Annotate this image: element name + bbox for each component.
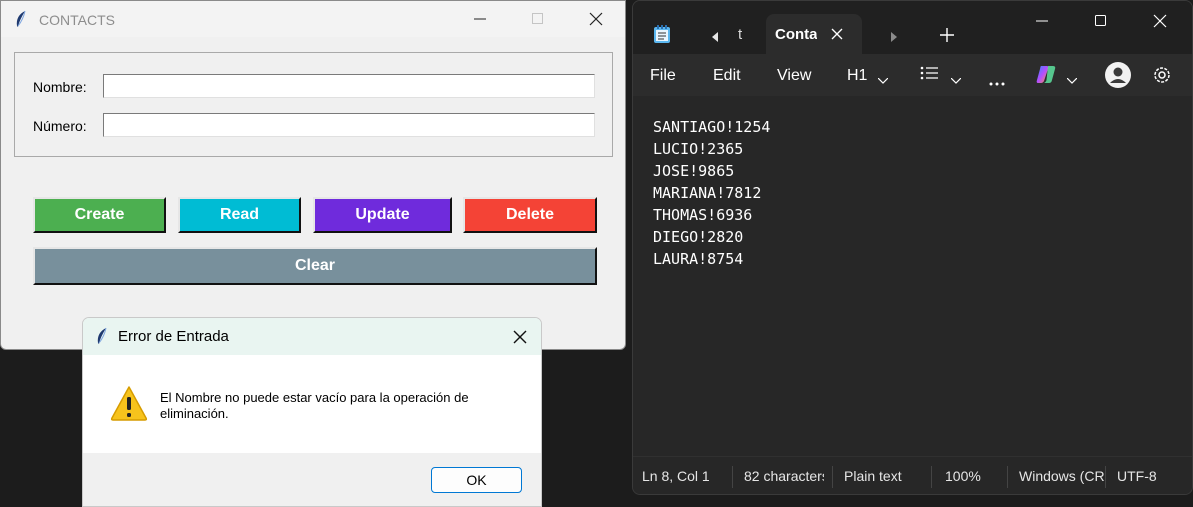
tab-t[interactable]: t [738, 26, 742, 43]
text-line: DIEGO!2820 [653, 228, 744, 246]
scroll-tabs-right-icon[interactable] [889, 29, 899, 47]
close-tab-icon[interactable] [831, 27, 843, 45]
status-format[interactable]: Plain text [844, 468, 902, 484]
text-line: MARIANA!7812 [653, 184, 762, 202]
notepad-text-area[interactable]: SANTIAGO!1254 LUCIO!2365 JOSE!9865 MARIA… [633, 96, 1192, 456]
dialog-close-button[interactable] [497, 318, 541, 355]
notepad-menubar: File Edit View H1 [633, 54, 1192, 96]
dialog-message-line2: eliminación. [160, 406, 229, 421]
notepad-maximize-button[interactable] [1078, 1, 1124, 41]
copilot-icon[interactable] [1035, 63, 1057, 90]
maximize-icon [532, 13, 543, 24]
clear-button[interactable]: Clear [33, 247, 597, 285]
notepad-minimize-button[interactable] [1019, 1, 1065, 41]
window-title: CONTACTS [39, 12, 115, 28]
menu-file[interactable]: File [650, 67, 676, 85]
text-line: SANTIAGO!1254 [653, 118, 771, 136]
read-button[interactable]: Read [178, 197, 301, 233]
minimize-icon [1036, 20, 1048, 22]
dialog-title: Error de Entrada [118, 328, 229, 345]
status-encoding[interactable]: UTF-8 [1117, 468, 1157, 484]
close-icon [513, 330, 527, 343]
status-divider [931, 466, 932, 488]
maximize-button[interactable] [515, 1, 561, 37]
dialog-footer: OK [83, 453, 541, 506]
menu-view[interactable]: View [777, 67, 811, 85]
tab-contacts[interactable]: Contacts [766, 14, 862, 54]
heading-dropdown[interactable]: H1 [847, 67, 867, 85]
text-line: LAURA!8754 [653, 250, 744, 268]
close-icon [589, 12, 603, 26]
error-dialog: Error de Entrada El Nombre no puede esta… [82, 317, 542, 507]
status-zoom[interactable]: 100% [945, 468, 981, 484]
status-divider [832, 466, 833, 488]
minimize-button[interactable] [457, 1, 503, 37]
feather-app-icon [15, 10, 27, 33]
warning-icon [110, 385, 148, 426]
text-line: THOMAS!6936 [653, 206, 753, 224]
contacts-window: CONTACTS Nombre: Número: Create Read Upd… [0, 0, 626, 350]
minimize-icon [474, 18, 486, 20]
create-button[interactable]: Create [33, 197, 166, 233]
scroll-tabs-left-icon[interactable] [710, 29, 720, 47]
notepad-app-icon [653, 24, 671, 49]
name-label: Nombre: [33, 79, 87, 95]
status-cursor-position: Ln 8, Col 1 [642, 468, 710, 484]
new-tab-icon[interactable] [940, 28, 954, 47]
notepad-titlebar[interactable]: t Contacts [633, 1, 1192, 54]
text-line: LUCIO!2365 [653, 140, 744, 158]
notepad-close-button[interactable] [1137, 1, 1183, 41]
more-options-icon[interactable] [989, 73, 1005, 91]
close-icon [1153, 14, 1167, 28]
feather-app-icon [96, 327, 108, 350]
chevron-down-icon[interactable] [950, 71, 962, 89]
tab-contacts-label: Contacts [775, 26, 817, 43]
delete-button[interactable]: Delete [463, 197, 597, 233]
dialog-message: El Nombre no puede estar vacío para la o… [160, 390, 520, 422]
menu-edit[interactable]: Edit [713, 67, 741, 85]
chevron-down-icon[interactable] [1066, 71, 1078, 89]
close-button[interactable] [573, 1, 619, 37]
status-divider [732, 466, 733, 488]
update-button[interactable]: Update [313, 197, 452, 233]
maximize-icon [1095, 15, 1106, 26]
form-frame: Nombre: Número: [14, 52, 613, 157]
account-avatar-icon[interactable] [1105, 62, 1131, 93]
number-label: Número: [33, 118, 87, 134]
status-divider [1007, 466, 1008, 488]
status-character-count: 82 characters [744, 468, 824, 484]
contacts-titlebar[interactable]: CONTACTS [1, 1, 625, 37]
notepad-window: t Contacts File Edit View H1 [632, 0, 1193, 495]
ok-button[interactable]: OK [431, 467, 522, 493]
name-input[interactable] [103, 74, 595, 98]
list-format-icon[interactable] [920, 66, 938, 85]
dialog-message-line1: El Nombre no puede estar vacío para la o… [160, 390, 469, 405]
status-line-ending[interactable]: Windows (CRLF) [1019, 468, 1105, 484]
settings-gear-icon[interactable] [1151, 64, 1173, 91]
chevron-down-icon[interactable] [877, 71, 889, 89]
text-line: JOSE!9865 [653, 162, 735, 180]
dialog-titlebar[interactable]: Error de Entrada [83, 318, 541, 355]
status-bar: Ln 8, Col 1 82 characters Plain text 100… [633, 456, 1192, 494]
number-input[interactable] [103, 113, 595, 137]
status-divider [1105, 466, 1106, 488]
